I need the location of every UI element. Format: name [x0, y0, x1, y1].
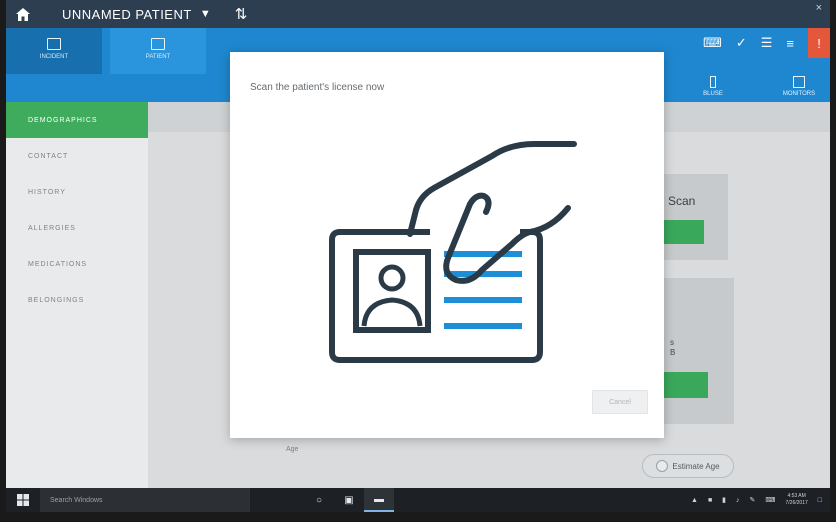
sidebar-item-label: CONTACT	[28, 152, 69, 160]
incident-icon	[47, 38, 61, 50]
tab-monitors-label: MONITORS	[782, 91, 816, 97]
menu-icon[interactable]: ≡	[786, 36, 794, 51]
toggle-knob	[656, 460, 669, 472]
tray-chevron-up-icon[interactable]: ▲	[691, 497, 698, 504]
bluse-icon	[710, 76, 716, 88]
window-close-icon[interactable]: ×	[816, 2, 822, 14]
alert-icon: !	[817, 35, 821, 51]
title-bar: UNNAMED PATIENT ▼ ⇅ ×	[6, 0, 830, 28]
app-screen: UNNAMED PATIENT ▼ ⇅ × INCIDENT PATIENT ⌨…	[6, 0, 830, 512]
task-view-icon[interactable]: ○	[304, 488, 334, 512]
age-label: Age	[286, 446, 299, 453]
list-icon[interactable]: ☰	[761, 35, 773, 51]
check-circle-icon[interactable]: ✓	[736, 35, 747, 51]
dialog-title: Scan the patient's license now	[250, 82, 385, 93]
sidebar-item-label: BELONGINGS	[28, 296, 85, 304]
tab-patient-label: PATIENT	[145, 54, 171, 60]
tray-message-icon[interactable]: ■	[708, 497, 712, 504]
cancel-button[interactable]: Cancel	[592, 390, 648, 414]
scan-license-illustration	[329, 141, 577, 363]
clock-date: 7/26/2017	[785, 500, 808, 506]
alert-button[interactable]: !	[808, 28, 830, 58]
taskbar: Search Windows ○ ▣ ▬ ▲ ■ ▮ ♪ ✎ ⌨ 4:53 AM…	[6, 488, 830, 512]
app-store-icon[interactable]: ▣	[334, 488, 364, 512]
home-icon[interactable]	[6, 0, 40, 28]
keyboard-icon[interactable]: ⌨	[703, 35, 722, 51]
card-text-2: B	[670, 348, 676, 357]
sidebar-item-belongings[interactable]: BELONGINGS	[6, 282, 148, 318]
sort-icon[interactable]: ⇅	[235, 5, 248, 23]
tray-keyboard-icon[interactable]: ⌨	[765, 496, 775, 504]
active-app-icon[interactable]: ▬	[364, 488, 394, 512]
sidebar-item-label: MEDICATIONS	[28, 260, 88, 268]
sidebar-item-history[interactable]: HISTORY	[6, 174, 148, 210]
tab-bluse[interactable]: BLUSE	[678, 74, 748, 102]
sidebar-item-label: DEMOGRAPHICS	[28, 116, 98, 124]
tray-clock[interactable]: 4:53 AM 7/26/2017	[786, 493, 808, 507]
sidebar-item-contact[interactable]: CONTACT	[6, 138, 148, 174]
tray-battery-icon[interactable]: ▮	[722, 496, 726, 504]
sidebar-item-label: ALLERGIES	[28, 224, 76, 232]
clock-time: 4:53 AM	[787, 493, 806, 499]
scan-license-dialog: Scan the patient's license now Cancel	[230, 52, 664, 438]
sidebar-item-demographics[interactable]: DEMOGRAPHICS	[6, 102, 148, 138]
scan-label: Scan	[668, 194, 696, 208]
tab-incident-label: INCIDENT	[39, 54, 69, 60]
sidebar: DEMOGRAPHICS CONTACT HISTORY ALLERGIES M…	[6, 102, 148, 490]
tab-monitors[interactable]: MONITORS	[764, 74, 830, 102]
scan-button[interactable]	[664, 220, 704, 244]
nav-right-tools: ⌨ ✓ ☰ ≡ !	[703, 28, 830, 58]
tab-bluse-label: BLUSE	[703, 91, 723, 97]
tray-volume-icon[interactable]: ♪	[736, 497, 740, 504]
windows-start-icon[interactable]	[6, 488, 40, 512]
info-card-button[interactable]	[664, 372, 708, 398]
monitors-icon	[793, 76, 805, 88]
estimate-age-toggle[interactable]: Estimate Age	[642, 454, 734, 478]
patient-name[interactable]: UNNAMED PATIENT	[62, 7, 192, 22]
tab-incident[interactable]: INCIDENT	[6, 28, 102, 74]
system-tray: ▲ ■ ▮ ♪ ✎ ⌨ 4:53 AM 7/26/2017 □	[691, 488, 822, 512]
tab-patient[interactable]: PATIENT	[110, 28, 206, 74]
sidebar-item-medications[interactable]: MEDICATIONS	[6, 246, 148, 282]
card-text-1: s	[670, 338, 674, 347]
tray-pen-icon[interactable]: ✎	[750, 496, 756, 504]
chevron-down-icon[interactable]: ▼	[200, 8, 211, 20]
sidebar-item-label: HISTORY	[28, 188, 66, 196]
patient-icon	[151, 38, 165, 50]
tray-notifications-icon[interactable]: □	[818, 497, 822, 504]
taskbar-search-input[interactable]: Search Windows	[40, 488, 250, 512]
estimate-age-label: Estimate Age	[672, 461, 720, 471]
sidebar-item-allergies[interactable]: ALLERGIES	[6, 210, 148, 246]
